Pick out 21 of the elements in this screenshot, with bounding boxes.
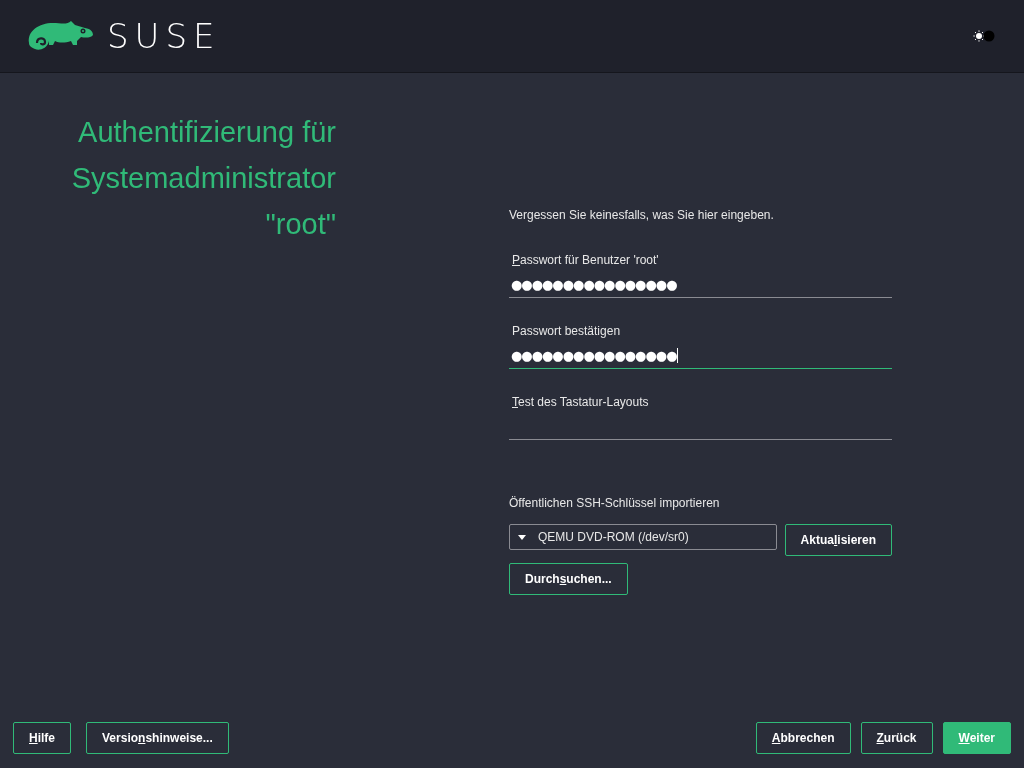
footer-button[interactable]: Versionshinweise... (86, 722, 229, 754)
field-label: Passwort für Benutzer 'root' (511, 253, 660, 267)
hint-text: Vergessen Sie keinesfalls, was Sie hier eingeben. (509, 208, 775, 222)
theme-toggle-icon[interactable] (972, 29, 996, 43)
dropdown-caret-icon (518, 534, 526, 540)
ssh-key-label: Öffentlichen SSH-Schlüssel importieren (509, 496, 721, 510)
device-dropdown[interactable]: QEMU DVD-ROM (/dev/sr0) (509, 524, 777, 550)
logo-text: SUSE (107, 16, 221, 56)
footer-button[interactable]: Hilfe (13, 722, 71, 754)
footer-button[interactable]: Zurück (860, 722, 933, 754)
field-label: Passwort bestätigen (511, 324, 622, 338)
input-field[interactable]: ●●●●●●●●●●●●●●●● (509, 271, 892, 298)
masked-value: ●●●●●●●●●●●●●●●● (511, 347, 678, 363)
footer-button[interactable]: Abbrechen (755, 722, 851, 754)
browse-button[interactable]: Durchsuchen... (509, 563, 628, 595)
field-label: Test des Tastatur-Layouts (511, 395, 650, 409)
page-title: Authentifizierung für Systemadministrator "root" (70, 115, 336, 242)
dropdown-value: QEMU DVD-ROM (/dev/sr0) (538, 530, 689, 544)
refresh-button[interactable]: Aktualisieren (784, 524, 892, 556)
input-field[interactable]: ●●●●●●●●●●●●●●●● (509, 342, 892, 369)
masked-value: ●●●●●●●●●●●●●●●● (511, 276, 677, 292)
